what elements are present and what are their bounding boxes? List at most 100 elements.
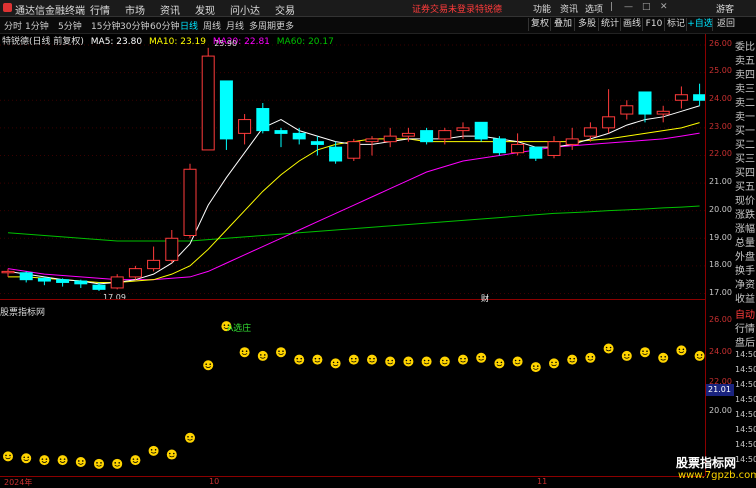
period-tab-more[interactable]: 更多 [276, 19, 294, 32]
period-tab-timeshare[interactable]: 分时 [4, 19, 22, 32]
quote-field: 卖三 [735, 84, 755, 95]
candle-body [56, 279, 70, 283]
indicator-chart[interactable] [0, 315, 705, 475]
quote-tab-after[interactable]: 盘后 [735, 334, 755, 349]
minimize-icon[interactable]: — [624, 2, 633, 12]
ind-y-tick: 26.00 [709, 315, 732, 324]
candle-body [292, 132, 306, 140]
candle-body [656, 110, 670, 115]
smiley-face [3, 451, 13, 462]
quote-field: 收益 [735, 294, 755, 305]
candle-body [529, 146, 543, 159]
tool-fuquan[interactable]: 复权 [528, 18, 551, 31]
smiley-marker [130, 455, 141, 466]
smiley-face [239, 347, 250, 358]
candle-body [37, 277, 51, 282]
smiley-eye [209, 363, 211, 366]
menu-trade[interactable]: 交易 [275, 2, 295, 17]
period-tab-5min[interactable]: 5分钟 [58, 19, 82, 32]
smiley-eye [260, 354, 262, 356]
smiley-marker [239, 347, 250, 358]
smiley-marker [57, 455, 68, 466]
quote-field: 买四 [735, 168, 755, 179]
candle-body [74, 280, 88, 285]
period-tab-monthly[interactable]: 月线 [226, 19, 244, 32]
tool-overlay[interactable]: 叠加 [550, 18, 575, 31]
smiley-marker [330, 358, 341, 369]
period-tab-30min[interactable]: 30分钟 [120, 19, 149, 32]
smiley-eye [264, 354, 266, 356]
menu-function[interactable]: 功能 [533, 2, 551, 15]
period-tab-1min[interactable]: 1分钟 [25, 19, 49, 32]
smiley-marker [367, 354, 377, 365]
smiley-marker [640, 347, 650, 358]
candle-body [238, 119, 252, 134]
smiley-eye [682, 348, 685, 351]
menu-info[interactable]: 资讯 [560, 2, 578, 15]
smiley-eye [45, 458, 48, 460]
y-tick: 23.00 [709, 122, 732, 131]
smiley-eye [205, 363, 207, 366]
tool-draw[interactable]: 画线 [620, 18, 643, 31]
ma60-line [7, 205, 700, 242]
menu-options[interactable]: 选项 [585, 2, 603, 15]
smiley-eye [314, 357, 317, 360]
smiley-marker [549, 358, 559, 369]
user-label[interactable]: 游客 [716, 2, 734, 15]
quote-tab-live[interactable]: 行情 [735, 320, 755, 335]
menu-news[interactable]: 资讯 [160, 2, 180, 17]
smiley-eye [23, 456, 25, 459]
period-tab-daily[interactable]: 日线 [180, 19, 198, 32]
smiley-marker [494, 358, 505, 369]
smiley-eye [500, 361, 503, 364]
ind-y-tick: 22.00 [709, 377, 732, 386]
close-icon[interactable]: ✕ [660, 2, 668, 12]
tool-mark[interactable]: 标记 [664, 18, 687, 31]
candlestick-chart[interactable]: 25.9017.09 [0, 34, 705, 299]
period-tab-multi[interactable]: 多周期 [249, 19, 276, 32]
tool-back[interactable]: 返回 [712, 18, 739, 31]
smiley-face [403, 356, 414, 367]
period-tab-60min[interactable]: 60分钟 [150, 19, 179, 32]
tool-add-watchlist[interactable]: +自选 [686, 18, 713, 31]
finance-event-marker[interactable]: 财 [481, 293, 489, 304]
quote-field: 委比 [735, 42, 755, 53]
smiley-eye [282, 350, 284, 353]
tool-f10[interactable]: F10 [642, 18, 665, 31]
tool-multi-stock[interactable]: 多股 [574, 18, 599, 31]
smiley-eye [664, 355, 666, 358]
menu-ask[interactable]: 问小达 [230, 2, 260, 17]
menu-market[interactable]: 市场 [125, 2, 145, 17]
y-tick: 25.00 [709, 66, 732, 75]
smiley-face [676, 345, 687, 356]
quote-field: 买三 [735, 154, 755, 165]
tool-stats[interactable]: 统计 [598, 18, 621, 31]
candle-body [420, 130, 434, 143]
candle-body [492, 138, 506, 154]
menu-quotes[interactable]: 行情 [90, 2, 110, 17]
smiley-eye [369, 357, 371, 360]
period-tab-weekly[interactable]: 周线 [203, 19, 221, 32]
smiley-marker [676, 345, 687, 356]
quote-field: 卖一 [735, 112, 755, 123]
candle-body [365, 138, 379, 143]
quote-tab-auto[interactable]: 自动 [735, 306, 755, 321]
smiley-eye [9, 454, 11, 457]
smiley-face [458, 354, 468, 365]
smiley-eye [573, 357, 575, 360]
restore-icon[interactable]: □ [642, 2, 651, 12]
menu-discover[interactable]: 发现 [195, 2, 215, 17]
smiley-face [385, 356, 396, 367]
quote-field: 买五 [735, 182, 755, 193]
period-tab-15min[interactable]: 15分钟 [91, 19, 120, 32]
smiley-face [439, 356, 450, 367]
y-tick: 22.00 [709, 149, 732, 158]
candle-body [638, 91, 652, 115]
smiley-face [585, 352, 596, 363]
candle-body [693, 94, 705, 101]
smiley-eye [478, 355, 480, 358]
tick-time: 14:50 [735, 350, 756, 359]
smiley-marker [257, 350, 268, 361]
smiley-eye [114, 462, 116, 464]
login-alert[interactable]: 证券交易未登录 [412, 2, 475, 15]
